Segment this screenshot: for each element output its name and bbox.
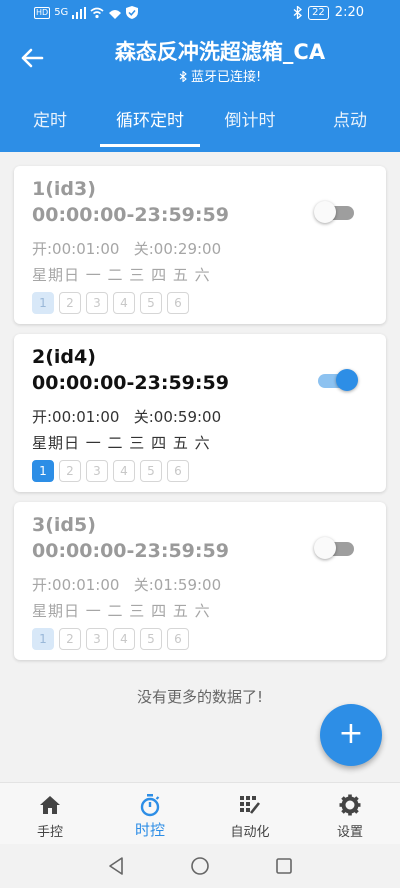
gear-icon: [339, 794, 361, 816]
timer-range: 00:00:00-23:59:59: [32, 204, 229, 226]
slot-2[interactable]: 2: [59, 628, 81, 650]
tab-bar: 定时 循环定时 倒计时 点动: [0, 98, 400, 152]
timer-range: 00:00:00-23:59:59: [32, 372, 229, 394]
slot-3[interactable]: 3: [86, 460, 108, 482]
connection-status: 蓝牙已连接!: [60, 66, 380, 85]
status-time: 2:20: [334, 5, 364, 20]
slot-6[interactable]: 6: [167, 628, 189, 650]
timer-enable-toggle[interactable]: [314, 200, 356, 223]
timer-weekdays: 星期日 一 二 三 四 五 六: [32, 602, 211, 620]
timer-name: 1(id3): [32, 178, 96, 200]
timer-card[interactable]: 3(id5) 00:00:00-23:59:59 开:00:01:00 关:01…: [14, 502, 386, 660]
nav-label: 设置: [336, 825, 363, 840]
system-home-icon[interactable]: [188, 854, 212, 878]
slot-4[interactable]: 4: [113, 292, 135, 314]
timer-card[interactable]: 1(id3) 00:00:00-23:59:59 开:00:01:00 关:00…: [14, 166, 386, 324]
slot-1[interactable]: 1: [32, 628, 54, 650]
stopwatch-icon: [140, 794, 160, 817]
timer-weekdays: 星期日 一 二 三 四 五 六: [32, 266, 211, 284]
timer-name: 3(id5): [32, 514, 96, 536]
slot-group: 1 2 3 4 5 6: [32, 292, 189, 314]
tab-timer[interactable]: 定时: [0, 98, 100, 152]
bluetooth-icon: [179, 70, 187, 83]
hd-badge: HD: [34, 6, 51, 19]
toggle-knob: [314, 201, 336, 223]
slot-4[interactable]: 4: [113, 460, 135, 482]
system-navigation-bar: [0, 844, 400, 888]
slot-6[interactable]: 6: [167, 460, 189, 482]
slot-2[interactable]: 2: [59, 460, 81, 482]
nav-item-manual[interactable]: 手控: [0, 783, 100, 845]
toggle-knob: [336, 369, 358, 391]
no-more-data-text: 没有更多的数据了!: [136, 688, 263, 706]
hotspot-icon: [109, 9, 122, 19]
nav-item-time-control[interactable]: 时控: [100, 783, 200, 845]
nav-label: 手控: [36, 825, 63, 840]
plus-icon: +: [338, 716, 364, 751]
timer-weekdays: 星期日 一 二 三 四 五 六: [32, 434, 211, 452]
timer-enable-toggle[interactable]: [314, 368, 358, 391]
automation-icon: [240, 796, 261, 814]
shield-icon: [126, 6, 139, 19]
nav-label: 自动化: [230, 825, 270, 840]
nav-item-settings[interactable]: 设置: [300, 783, 400, 845]
page-title: 森态反冲洗超滤箱_CA: [114, 40, 326, 64]
slot-2[interactable]: 2: [59, 292, 81, 314]
slot-6[interactable]: 6: [167, 292, 189, 314]
network-label: 5G: [54, 7, 69, 18]
timer-name: 2(id4): [32, 346, 96, 368]
slot-5[interactable]: 5: [140, 292, 162, 314]
timer-on-off: 开:00:01:00 关:00:29:00: [32, 240, 222, 258]
bluetooth-icon: [293, 6, 303, 19]
slot-5[interactable]: 5: [140, 460, 162, 482]
battery-indicator: 22: [308, 5, 329, 20]
slot-group: 1 2 3 4 5 6: [32, 460, 189, 482]
wifi-icon: [90, 7, 104, 18]
tab-countdown[interactable]: 倒计时: [200, 98, 300, 152]
connection-status-text: 蓝牙已连接!: [190, 70, 262, 85]
status-bar: HD 5G 22 2:20: [0, 0, 400, 28]
slot-1[interactable]: 1: [32, 292, 54, 314]
home-icon: [40, 796, 60, 814]
timer-on-off: 开:00:01:00 关:01:59:00: [32, 576, 222, 594]
toggle-knob: [314, 537, 336, 559]
slot-5[interactable]: 5: [140, 628, 162, 650]
status-right: 22 2:20: [293, 5, 364, 20]
system-back-icon[interactable]: [104, 854, 128, 878]
system-recents-icon[interactable]: [272, 854, 296, 878]
timer-range: 00:00:00-23:59:59: [32, 540, 229, 562]
slot-4[interactable]: 4: [113, 628, 135, 650]
add-timer-button[interactable]: +: [320, 704, 382, 766]
back-arrow-icon[interactable]: [18, 44, 46, 72]
app-header: HD 5G 22 2:20 森态反冲洗超滤箱_CA 蓝牙已连接! 定时 循环定时…: [0, 0, 400, 152]
slot-1[interactable]: 1: [32, 460, 54, 482]
nav-item-automation[interactable]: 自动化: [200, 783, 300, 845]
tab-jog[interactable]: 点动: [300, 98, 400, 152]
active-tab-indicator: [100, 144, 200, 147]
slot-3[interactable]: 3: [86, 628, 108, 650]
signal-icon: [72, 6, 87, 19]
timer-on-off: 开:00:01:00 关:00:59:00: [32, 408, 222, 426]
slot-3[interactable]: 3: [86, 292, 108, 314]
timer-enable-toggle[interactable]: [314, 536, 356, 559]
bottom-navigation: 手控 时控 自动化 设置: [0, 782, 400, 844]
status-left: HD 5G: [34, 6, 139, 19]
slot-group: 1 2 3 4 5 6: [32, 628, 189, 650]
nav-label: 时控: [134, 821, 165, 839]
timer-card[interactable]: 2(id4) 00:00:00-23:59:59 开:00:01:00 关:00…: [14, 334, 386, 492]
